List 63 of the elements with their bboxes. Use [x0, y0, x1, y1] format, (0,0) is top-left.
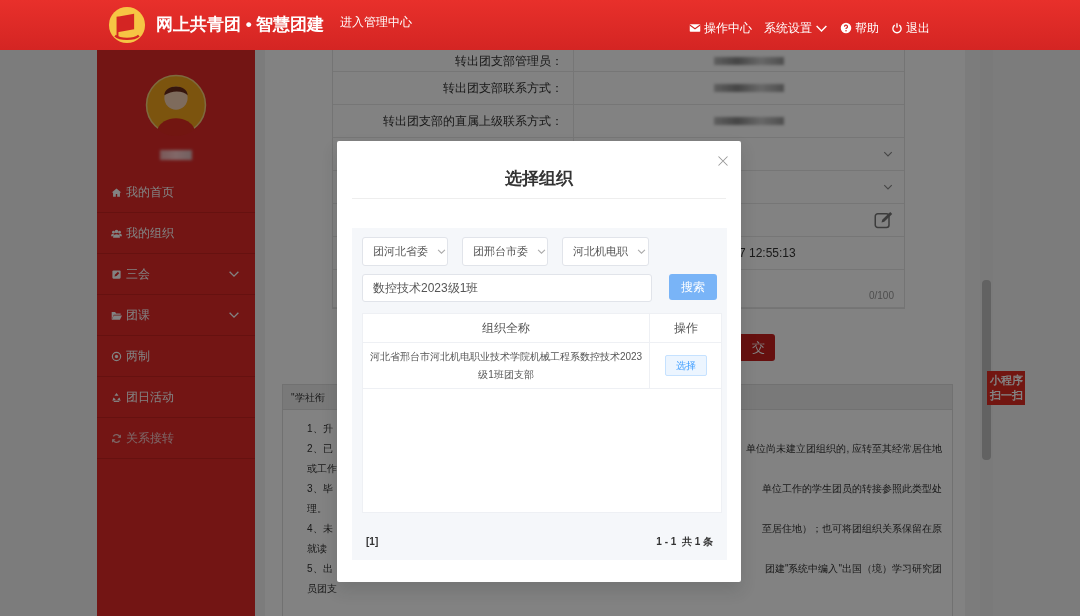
sidebar-item[interactable]: 团日活动 — [97, 377, 255, 418]
folder-icon — [111, 309, 122, 321]
paragraph-text: 理。 — [307, 501, 327, 516]
users-icon — [111, 227, 122, 239]
paragraph-text: 就读 — [307, 541, 327, 556]
paragraph-text: 3、毕 — [307, 481, 333, 496]
close-icon[interactable] — [717, 155, 729, 167]
select-field[interactable]: 团邢台市委 — [462, 237, 548, 266]
sidebar-item[interactable]: 关系接转 — [97, 418, 255, 459]
site-title: 网上共青团 • 智慧团建 — [156, 14, 325, 37]
blurred-value-mark — [714, 117, 784, 125]
blurred-name-mark — [160, 150, 192, 160]
paragraph-text: 单位尚未建立团组织的, 应转至其经常居住地 — [746, 441, 942, 456]
chevron-down-icon — [536, 246, 547, 257]
search-field[interactable]: 数控技术2023级1班 — [362, 274, 652, 302]
paragraph-text: 或工作 — [307, 461, 337, 476]
field-label: 转出团支部管理员： — [455, 53, 563, 68]
chevron-down-icon — [436, 246, 447, 257]
page-summary: 1 - 1 共 1 条 — [656, 535, 713, 549]
blurred-value-mark — [714, 84, 784, 92]
paragraph-text: 团建"系统中编入"出国（境）学习研究团 — [764, 561, 942, 576]
paragraph-text: 员团支 — [307, 581, 337, 596]
help-icon — [840, 22, 852, 34]
nav-link[interactable]: 帮助 — [840, 19, 879, 37]
select-button[interactable]: 选择 — [664, 355, 707, 376]
field-label: 转出团支部的直属上级联系方式： — [383, 114, 563, 128]
paragraph-text: 4、未 — [307, 521, 333, 536]
page-list: [1] — [366, 534, 379, 549]
column-header: 操作 — [673, 320, 698, 337]
paragraph-text: 单位工作的学生团员的转接参照此类型处 — [762, 481, 942, 496]
chevron-down-icon — [636, 246, 647, 257]
settings-menu[interactable]: 系统设置 — [764, 19, 828, 37]
sidebar-item[interactable]: 两制 — [97, 336, 255, 377]
avatar — [145, 74, 207, 136]
refresh-icon — [111, 432, 122, 444]
sidebar-item[interactable]: 我的首页 — [97, 172, 255, 213]
sidebar-item[interactable]: 团课 — [97, 295, 255, 336]
paragraph-text: 1、升 — [307, 421, 333, 436]
logo-icon — [108, 6, 146, 44]
field-label: 转出团支部联系方式： — [443, 81, 563, 95]
blurred-value-mark — [714, 56, 784, 65]
home-icon — [111, 186, 122, 198]
sidebar-item[interactable]: 我的组织 — [97, 213, 255, 254]
select-field[interactable]: 团河北省委 — [362, 237, 448, 266]
select-field[interactable]: 河北机电职 — [562, 237, 649, 266]
paragraph-text: 2、已 — [307, 441, 333, 456]
mail-icon — [689, 22, 701, 34]
edit-icon — [111, 268, 122, 280]
nav-link[interactable]: 操作中心 — [689, 19, 752, 37]
modal-title: 选择组织 — [352, 141, 726, 199]
admin-link[interactable]: 进入管理中心 — [340, 13, 413, 31]
edit-icon[interactable] — [874, 210, 894, 230]
power-icon — [891, 22, 903, 34]
sidebar-item[interactable]: 三会 — [97, 254, 255, 295]
target-icon — [111, 350, 122, 362]
submit-button[interactable]: 交 — [741, 334, 775, 361]
paragraph-text: 至居住地）；也可将团组织关系保留在原 — [762, 521, 942, 536]
search-button[interactable]: 搜索 — [668, 274, 717, 300]
paragraph-text: 5、出 — [307, 561, 333, 576]
table-cell-text: 河北省邢台市河北机电职业技术学院机械工程系数控技术2023级1班团支部 — [368, 349, 644, 382]
column-header: 组织全称 — [482, 320, 530, 337]
mini-program-badge[interactable]: 小程序扫一扫 — [987, 371, 1025, 405]
nav-link[interactable]: 退出 — [891, 19, 930, 37]
